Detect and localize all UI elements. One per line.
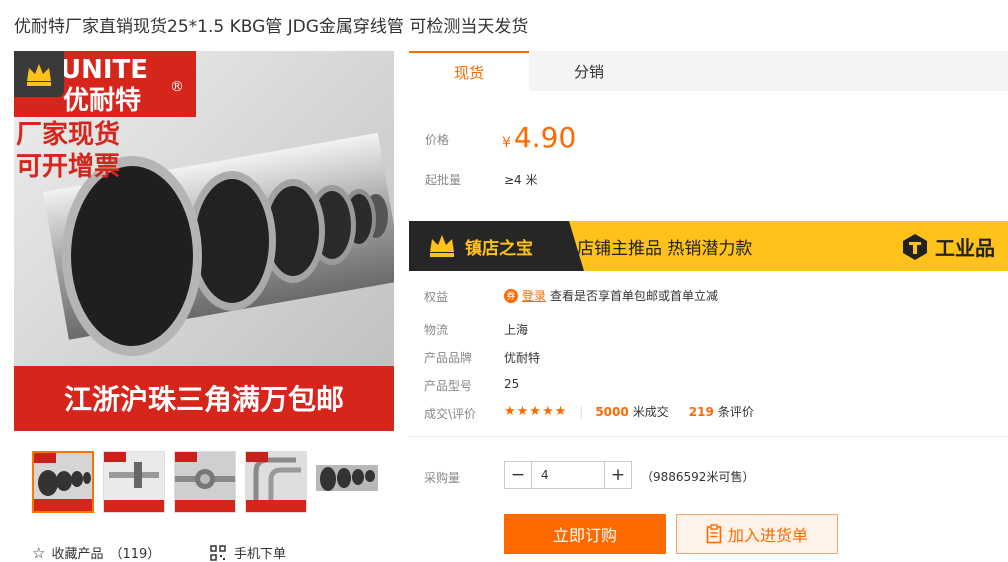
crown-icon: [430, 235, 454, 257]
thumb-caption-bar: [34, 499, 92, 511]
model-label: 产品型号: [424, 379, 473, 393]
review-unit: 条评价: [717, 405, 754, 419]
divider-bar: |: [579, 404, 584, 419]
brand-label: 产品品牌: [424, 351, 473, 365]
rating-stars: ★★★★★: [504, 404, 568, 419]
clipboard-icon: [706, 524, 722, 544]
add-to-cart-label: 加入进货单: [727, 526, 808, 545]
logistics-value: 上海: [504, 323, 529, 337]
thumbnail-2[interactable]: [103, 451, 165, 513]
model-value: 25: [504, 377, 520, 391]
quantity-decrease-button[interactable]: −: [505, 462, 532, 488]
price-value: ¥ 4.90: [502, 121, 576, 154]
quantity-input[interactable]: [532, 462, 604, 488]
moq-label: 起批量: [425, 173, 462, 187]
brand-text: UNITE: [60, 55, 148, 85]
qr-code-icon: [210, 544, 226, 561]
brand-value: 优耐特: [504, 351, 541, 365]
review-count[interactable]: 219: [689, 405, 714, 419]
deal-value: ★★★★★ | 5000 米成交 219 条评价: [504, 403, 754, 420]
mobile-order-label: 手机下单: [234, 547, 287, 562]
login-link[interactable]: 登录: [522, 287, 546, 304]
rights-value: 券 登录 查看是否享首单包邮或首单立减: [504, 287, 718, 304]
moq-value: ≥4 米: [504, 173, 538, 187]
thumb-caption-bar: [246, 500, 306, 512]
thumbnail-5[interactable]: [316, 451, 378, 513]
treasure-title: 镇店之宝: [465, 239, 533, 259]
thumb-caption-bar: [104, 500, 164, 512]
treasure-text: 店铺主推品 热销潜力款: [577, 239, 753, 259]
tab-spot[interactable]: 现货: [409, 51, 529, 91]
tab-distribution[interactable]: 分销: [529, 51, 649, 91]
main-product-image[interactable]: UNITE 优耐特 ® 厂家现货 可开增票 江浙沪珠三角满万包邮: [14, 51, 394, 431]
industrial-logo-icon: [903, 233, 927, 260]
buy-now-button[interactable]: 立即订购: [504, 514, 666, 554]
quantity-increase-button[interactable]: +: [604, 462, 631, 488]
sold-count: 5000: [595, 404, 629, 419]
currency-symbol: ¥: [502, 135, 511, 151]
section-divider: [409, 436, 1008, 437]
treasure-banner[interactable]: 镇店之宝 店铺主推品 热销潜力款 工业品: [409, 221, 1008, 271]
thumbnail-4[interactable]: [245, 451, 307, 513]
registered-mark: ®: [170, 79, 184, 95]
thumbnail-3[interactable]: [174, 451, 236, 513]
purchase-mode-tabs: 现货 分销: [409, 51, 1008, 91]
crown-icon: [27, 64, 51, 86]
favorite-product-button[interactable]: ☆ 收藏产品 （119）: [32, 543, 160, 562]
rights-label: 权益: [424, 290, 449, 304]
rights-text: 查看是否享首单包邮或首单立减: [550, 289, 719, 303]
favorite-label: 收藏产品: [51, 547, 104, 562]
industrial-badge: 工业品: [901, 232, 995, 261]
bottom-banner-text: 江浙沪珠三角满万包邮: [64, 383, 344, 416]
mobile-order-button[interactable]: 手机下单: [210, 543, 286, 562]
price-number: 4.90: [513, 121, 577, 154]
promo-line-1: 厂家现货: [16, 119, 120, 150]
quantity-label: 采购量: [424, 471, 461, 485]
crown-badge: [14, 51, 64, 97]
available-stock: （9886592米可售）: [641, 470, 755, 484]
price-label: 价格: [425, 133, 450, 147]
brand-cn-text: 优耐特: [63, 85, 141, 116]
favorite-count: （119）: [109, 547, 161, 562]
sold-unit: 米成交: [632, 405, 669, 419]
add-to-cart-button[interactable]: 加入进货单: [676, 514, 838, 554]
thumb-caption-bar: [175, 500, 235, 512]
quantity-stepper: − +: [504, 461, 632, 489]
promo-line-2: 可开增票: [16, 151, 120, 182]
coupon-icon: 券: [504, 288, 518, 303]
logistics-label: 物流: [424, 323, 449, 337]
thumbnail-1[interactable]: [32, 451, 94, 513]
star-outline-icon: ☆: [32, 543, 46, 562]
product-title: 优耐特厂家直销现货25*1.5 KBG管 JDG金属穿线管 可检测当天发货: [14, 17, 529, 37]
thumbnail-strip: [32, 451, 378, 513]
deal-label: 成交\评价: [424, 407, 477, 421]
